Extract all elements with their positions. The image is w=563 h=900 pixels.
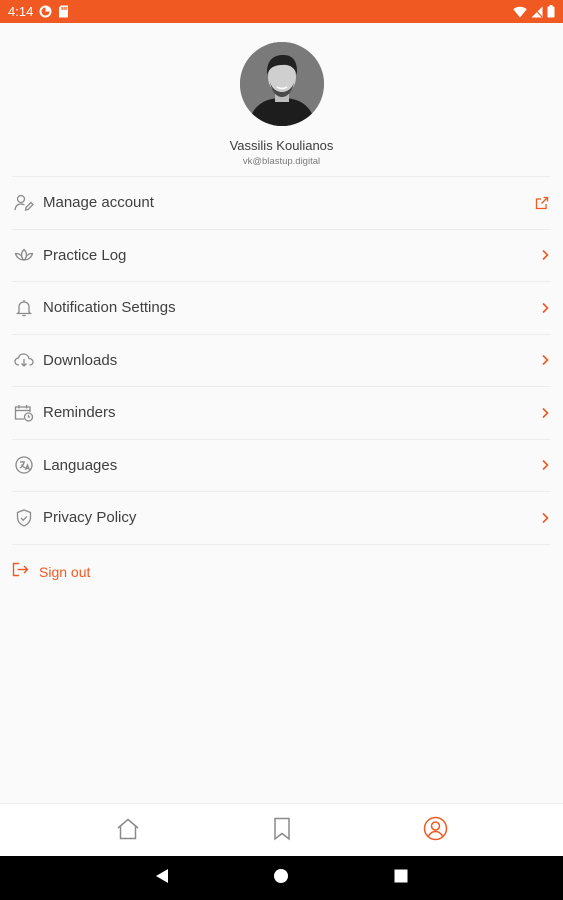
lotus-icon [13,244,35,266]
external-link-icon [535,196,549,210]
home-circle-icon [273,868,289,889]
signal-icon [531,6,543,18]
recents-button[interactable] [392,869,410,887]
menu-item-label: Practice Log [43,246,127,264]
bell-icon [13,297,35,319]
menu-item-practice-log[interactable]: Practice Log [12,230,551,282]
menu-item-privacy-policy[interactable]: Privacy Policy [12,492,551,545]
menu-item-manage-account[interactable]: Manage account [12,177,551,230]
home-system-button[interactable] [272,868,290,889]
person-photo-icon [239,42,324,126]
bottom-nav [0,803,563,856]
app-notification-icon [39,5,52,18]
profile-header: Vassilis Koulianos vk@blastup.digital [0,23,563,175]
chevron-right-icon [541,459,549,471]
menu-item-label: Languages [43,456,118,474]
settings-menu: Manage account Practice Log Notification… [12,176,551,545]
chevron-right-icon [541,302,549,314]
menu-item-languages[interactable]: Languages [12,440,551,492]
recents-square-icon [394,869,408,888]
nav-profile-button[interactable] [422,816,448,846]
wifi-icon [513,6,527,18]
back-button[interactable] [153,868,171,889]
chevron-right-icon [541,249,549,261]
menu-item-downloads[interactable]: Downloads [12,335,551,387]
profile-icon [423,816,448,846]
system-nav-bar [0,856,563,900]
home-icon [116,818,140,845]
profile-name: Vassilis Koulianos [229,138,334,153]
sd-card-icon [58,5,69,18]
menu-item-notification-settings[interactable]: Notification Settings [12,282,551,335]
chevron-right-icon [541,512,549,524]
status-bar: 4:14 [0,0,563,23]
back-triangle-icon [155,868,169,889]
calendar-clock-icon [13,402,35,424]
menu-item-label: Notification Settings [43,299,176,317]
nav-home-button[interactable] [115,818,141,844]
menu-item-label: Privacy Policy [43,509,137,527]
menu-item-label: Reminders [43,404,116,422]
sign-out-button[interactable]: Sign out [12,558,90,586]
menu-item-reminders[interactable]: Reminders [12,387,551,440]
profile-email: vk@blastup.digital [242,156,321,167]
user-edit-icon [13,192,35,214]
language-icon [13,454,35,476]
avatar[interactable] [239,42,324,126]
bookmark-icon [273,817,291,846]
logout-icon [12,562,29,582]
menu-item-label: Downloads [43,351,118,369]
chevron-right-icon [541,354,549,366]
sign-out-label: Sign out [39,564,91,580]
shield-check-icon [13,507,35,529]
battery-icon [547,5,555,18]
menu-item-label: Manage account [43,194,154,212]
chevron-right-icon [541,407,549,419]
status-time: 4:14 [8,4,34,19]
nav-bookmarks-button[interactable] [269,817,295,846]
cloud-download-icon [13,349,35,371]
